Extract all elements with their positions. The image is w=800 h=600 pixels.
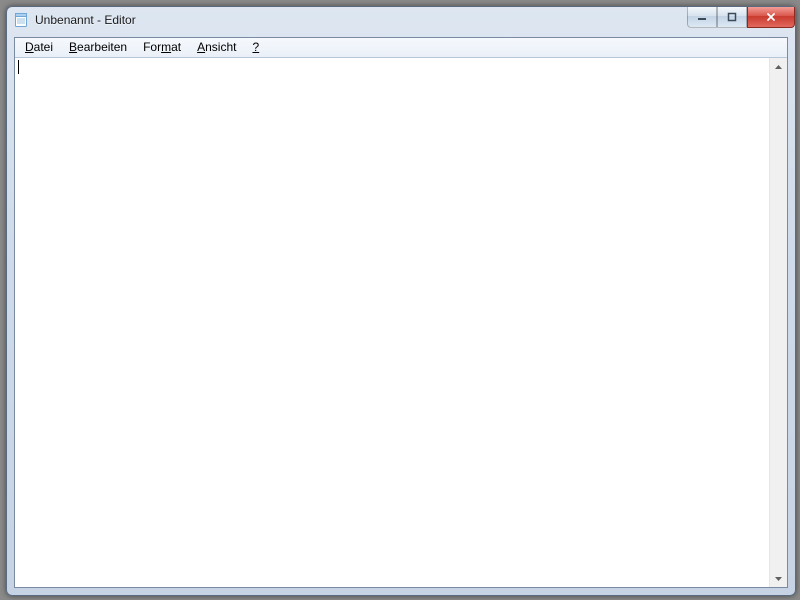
window-title: Unbenannt - Editor	[35, 13, 136, 27]
maximize-button[interactable]	[717, 7, 747, 28]
menu-help[interactable]: ?	[244, 38, 267, 57]
menubar: Datei Bearbeiten Format Ansicht ?	[15, 38, 787, 58]
menu-ansicht[interactable]: Ansicht	[189, 38, 244, 57]
editor-container	[15, 58, 787, 587]
minimize-button[interactable]	[687, 7, 717, 28]
text-cursor-icon	[18, 60, 19, 74]
client-area: Datei Bearbeiten Format Ansicht ?	[14, 37, 788, 588]
scroll-down-icon[interactable]	[770, 570, 787, 587]
scroll-up-icon[interactable]	[770, 58, 787, 75]
text-editor[interactable]	[15, 58, 769, 587]
app-notepad-icon	[13, 12, 29, 28]
window-controls	[687, 7, 795, 27]
menu-datei[interactable]: Datei	[17, 38, 61, 57]
app-window: Unbenannt - Editor Datei Bearbeiten Form…	[6, 6, 796, 596]
close-button[interactable]	[747, 7, 795, 28]
titlebar[interactable]: Unbenannt - Editor	[7, 7, 795, 33]
menu-format[interactable]: Format	[135, 38, 189, 57]
menu-bearbeiten[interactable]: Bearbeiten	[61, 38, 135, 57]
vertical-scrollbar[interactable]	[769, 58, 787, 587]
